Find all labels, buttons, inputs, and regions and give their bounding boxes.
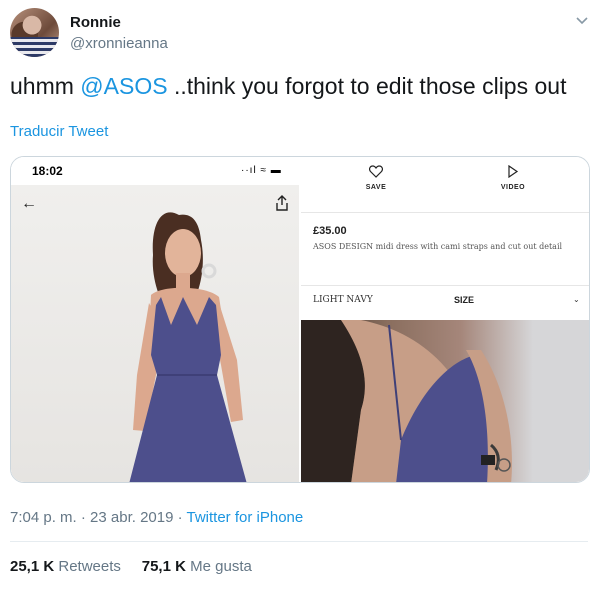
screenshot-right[interactable]: SAVE VIDEO £35.00 ASOS DESIGN midi dress… <box>301 157 589 482</box>
translate-link[interactable]: Traducir Tweet <box>10 123 108 140</box>
avatar[interactable] <box>10 8 59 57</box>
status-time: 18:02 <box>32 164 63 178</box>
media-container[interactable]: 18:02 ··ıl ≈ ▬ ← SAVE VIDEO £35.00 ASOS … <box>10 156 590 483</box>
closeup-photo[interactable] <box>301 320 589 482</box>
retweets-stat[interactable]: 25,1 K Retweets <box>10 558 121 575</box>
heart-icon <box>369 165 383 178</box>
closeup-illustration <box>301 320 512 482</box>
display-name[interactable]: Ronnie <box>70 14 121 31</box>
engagement-stats: 25,1 K Retweets 75,1 K Me gusta <box>10 558 252 575</box>
status-icons: ··ıl ≈ ▬ <box>241 165 282 176</box>
tweet-text-part: ..think you forgot to edit those clips o… <box>167 73 567 99</box>
retweets-label: Retweets <box>58 558 121 575</box>
likes-stat[interactable]: 75,1 K Me gusta <box>142 558 252 575</box>
back-arrow-icon[interactable]: ← <box>21 195 37 213</box>
timestamp[interactable]: 7:04 p. m. · 23 abr. 2019 · <box>10 509 187 526</box>
share-icon[interactable] <box>275 195 289 211</box>
product-price: £35.00 <box>313 225 347 237</box>
video-action[interactable]: VIDEO <box>473 165 553 191</box>
divider <box>10 541 588 542</box>
source-link[interactable]: Twitter for iPhone <box>187 509 304 526</box>
divider <box>301 212 589 213</box>
product-photo[interactable]: ← <box>11 185 299 482</box>
model-figure-illustration <box>129 212 247 482</box>
divider <box>301 285 589 286</box>
screenshot-left[interactable]: 18:02 ··ıl ≈ ▬ ← <box>11 157 299 482</box>
mention-link[interactable]: @ASOS <box>80 73 167 99</box>
tweet-text: uhmm @ASOS ..think you forgot to edit th… <box>10 73 566 100</box>
chevron-down-icon[interactable]: ⌄ <box>573 295 580 304</box>
retweets-count: 25,1 K <box>10 558 55 575</box>
save-label: SAVE <box>365 184 387 191</box>
size-selector[interactable]: SIZE <box>454 295 474 305</box>
username[interactable]: @xronnieanna <box>70 35 168 52</box>
likes-count: 75,1 K <box>141 558 186 575</box>
likes-label: Me gusta <box>190 558 252 575</box>
tweet-meta: 7:04 p. m. · 23 abr. 2019 · Twitter for … <box>10 509 303 526</box>
play-icon <box>508 165 519 178</box>
color-label: LIGHT NAVY <box>313 295 373 305</box>
save-action[interactable]: SAVE <box>336 165 416 191</box>
video-label: VIDEO <box>500 184 526 191</box>
product-description: ASOS DESIGN midi dress with cami straps … <box>313 242 563 251</box>
tweet-text-part: uhmm <box>10 73 81 99</box>
status-bar: 18:02 ··ıl ≈ ▬ <box>11 157 299 185</box>
chevron-down-icon[interactable] <box>575 14 589 28</box>
